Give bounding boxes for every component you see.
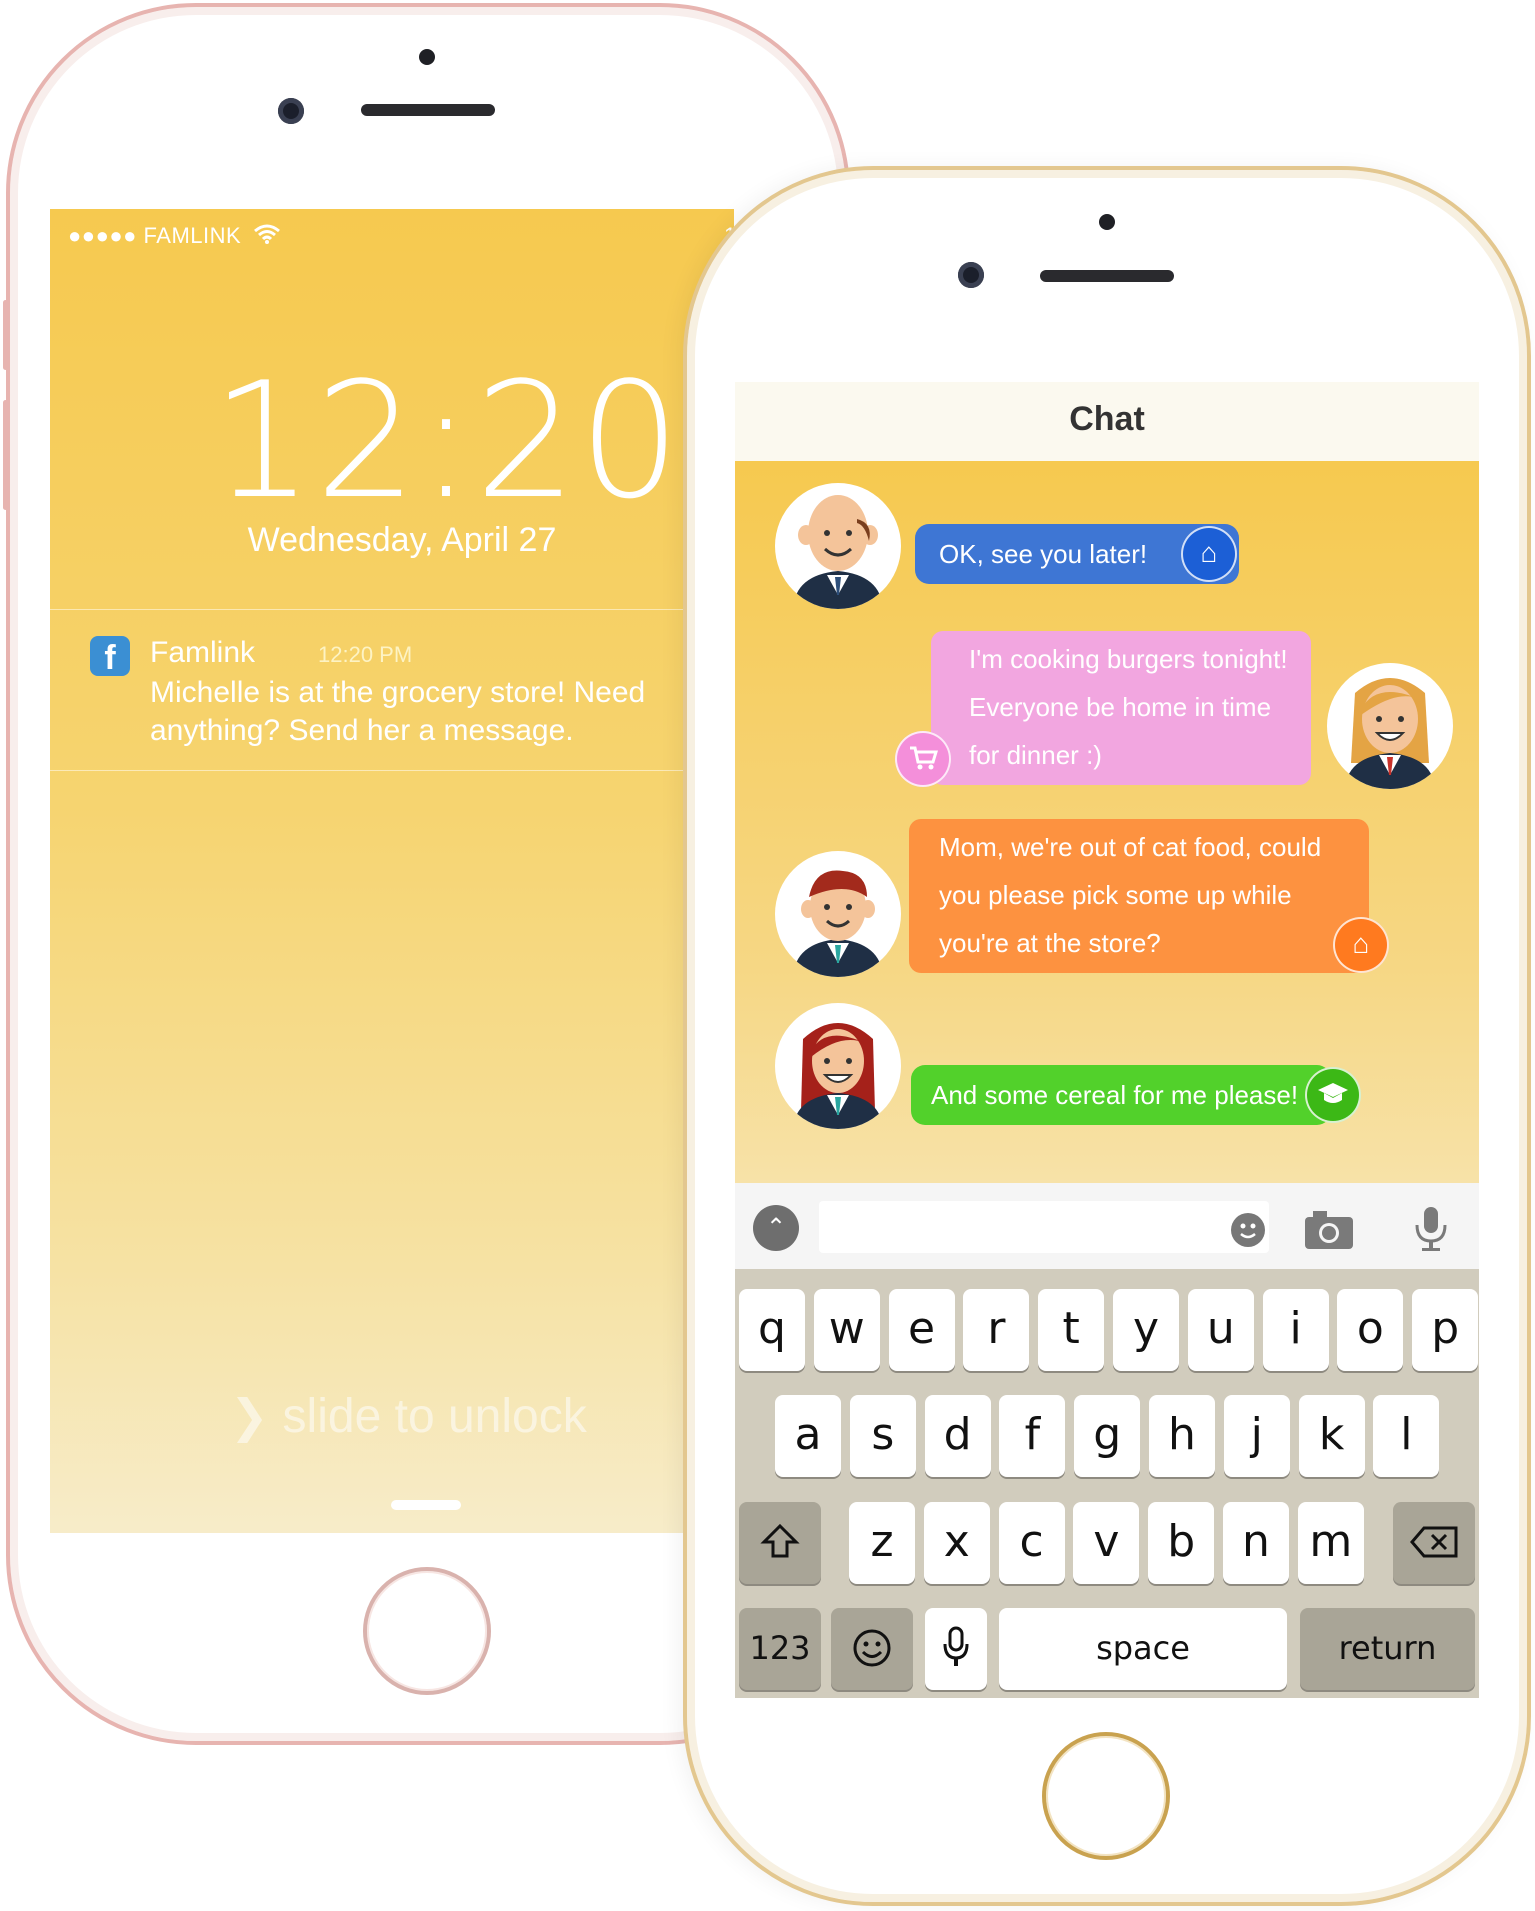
key[interactable]: l <box>1373 1395 1440 1477</box>
message-text: OK, see you later! <box>939 539 1148 569</box>
notification-app-name: Famlink <box>150 636 256 669</box>
notification[interactable]: f Famlink 12:20 PM Michelle is at the gr… <box>50 609 734 771</box>
key[interactable]: i <box>1262 1289 1329 1371</box>
return-key[interactable]: return <box>1300 1608 1475 1690</box>
key[interactable]: j <box>1223 1395 1290 1477</box>
message-bubble: Mom, we're out of cat food, could you pl… <box>909 819 1369 973</box>
cart-icon <box>895 731 951 787</box>
emoji-icon[interactable] <box>1231 1213 1265 1247</box>
key[interactable]: w <box>813 1289 880 1371</box>
key[interactable]: b <box>1148 1502 1215 1584</box>
emoji-key[interactable] <box>831 1608 913 1690</box>
avatar-mom[interactable] <box>1327 663 1453 789</box>
key[interactable]: d <box>924 1395 991 1477</box>
chat-screen: Chat OK, see you later! ⌂ I'm cooking bu… <box>735 382 1479 1698</box>
graduation-cap-icon <box>1305 1067 1361 1123</box>
key[interactable]: t <box>1038 1289 1105 1371</box>
home-icon: ⌂ <box>1333 917 1389 973</box>
home-button[interactable] <box>363 1567 491 1695</box>
key[interactable]: x <box>923 1502 990 1584</box>
key[interactable]: v <box>1073 1502 1140 1584</box>
message-bubble: And some cereal for me please! <box>911 1065 1331 1125</box>
message-text: I'm cooking burgers tonight! Everyone be… <box>969 644 1288 770</box>
famlink-app-icon: f <box>90 636 130 677</box>
key[interactable]: h <box>1149 1395 1215 1477</box>
key[interactable]: f <box>999 1395 1066 1477</box>
carrier-label: ●●●●● FAMLINK <box>68 223 242 248</box>
slide-label: slide to unlock <box>282 1390 587 1443</box>
message-list[interactable]: OK, see you later! ⌂ I'm cooking burgers… <box>735 461 1479 1183</box>
front-camera <box>278 98 304 124</box>
earpiece-speaker <box>1040 270 1174 282</box>
keyboard: qwertyuiop asdfghjkl zxcvbnm 123 space r… <box>735 1269 1479 1698</box>
wifi-icon <box>253 224 280 250</box>
avatar-son[interactable] <box>775 851 901 977</box>
status-bar: ●●●●● FAMLINK 10 <box>68 223 734 250</box>
message-input[interactable] <box>819 1201 1269 1253</box>
shift-key[interactable] <box>739 1502 821 1584</box>
space-key[interactable]: space <box>999 1608 1287 1690</box>
key[interactable]: n <box>1223 1502 1289 1584</box>
lock-screen: ●●●●● FAMLINK 10 12:20 Wednesday, April … <box>50 209 734 1533</box>
notification-time: 12:20 PM <box>318 642 413 667</box>
slide-to-unlock[interactable]: ❯ slide to unlock <box>230 1389 587 1444</box>
lock-date: Wednesday, April 27 <box>247 521 557 559</box>
notification-message: Michelle is at the grocery store! Need a… <box>150 676 646 747</box>
volume-button <box>3 400 8 510</box>
proximity-sensor <box>1099 214 1115 230</box>
volume-button <box>3 300 8 370</box>
key[interactable]: q <box>739 1289 805 1371</box>
earpiece-speaker <box>361 104 495 116</box>
key[interactable]: g <box>1074 1395 1141 1477</box>
key[interactable]: y <box>1113 1289 1179 1371</box>
key[interactable]: r <box>963 1289 1030 1371</box>
message-input-bar: ⌃ <box>735 1183 1479 1269</box>
control-center-grabber[interactable] <box>391 1500 461 1510</box>
home-icon: ⌂ <box>1181 526 1237 582</box>
message-text: Mom, we're out of cat food, could you pl… <box>939 832 1322 958</box>
avatar-dad[interactable] <box>775 483 901 609</box>
backspace-key[interactable] <box>1393 1502 1475 1584</box>
camera-icon[interactable] <box>1303 1207 1355 1256</box>
proximity-sensor <box>419 49 435 65</box>
key[interactable]: c <box>998 1502 1065 1584</box>
avatar-daughter[interactable] <box>775 1003 901 1129</box>
key[interactable]: o <box>1337 1289 1404 1371</box>
microphone-icon[interactable] <box>1411 1205 1451 1258</box>
chevron-right-icon: ❯ <box>230 1390 269 1442</box>
numbers-key[interactable]: 123 <box>739 1608 821 1690</box>
key[interactable]: p <box>1412 1289 1479 1371</box>
front-camera <box>958 262 984 288</box>
page-title: Chat <box>1069 400 1145 438</box>
expand-icon[interactable]: ⌃ <box>753 1205 799 1251</box>
key[interactable]: s <box>849 1395 916 1477</box>
chat-nav-bar: Chat <box>735 382 1479 461</box>
key[interactable]: e <box>888 1289 955 1371</box>
message-text: And some cereal for me please! <box>931 1080 1299 1110</box>
lock-clock: 12:20 <box>211 347 683 534</box>
message-bubble: I'm cooking burgers tonight! Everyone be… <box>931 631 1311 785</box>
home-button[interactable] <box>1042 1732 1170 1860</box>
key[interactable]: a <box>775 1395 841 1477</box>
key[interactable]: z <box>849 1502 915 1584</box>
key[interactable]: k <box>1298 1395 1365 1477</box>
key[interactable]: u <box>1187 1289 1254 1371</box>
dictation-key[interactable] <box>925 1608 987 1690</box>
key[interactable]: m <box>1297 1502 1364 1584</box>
